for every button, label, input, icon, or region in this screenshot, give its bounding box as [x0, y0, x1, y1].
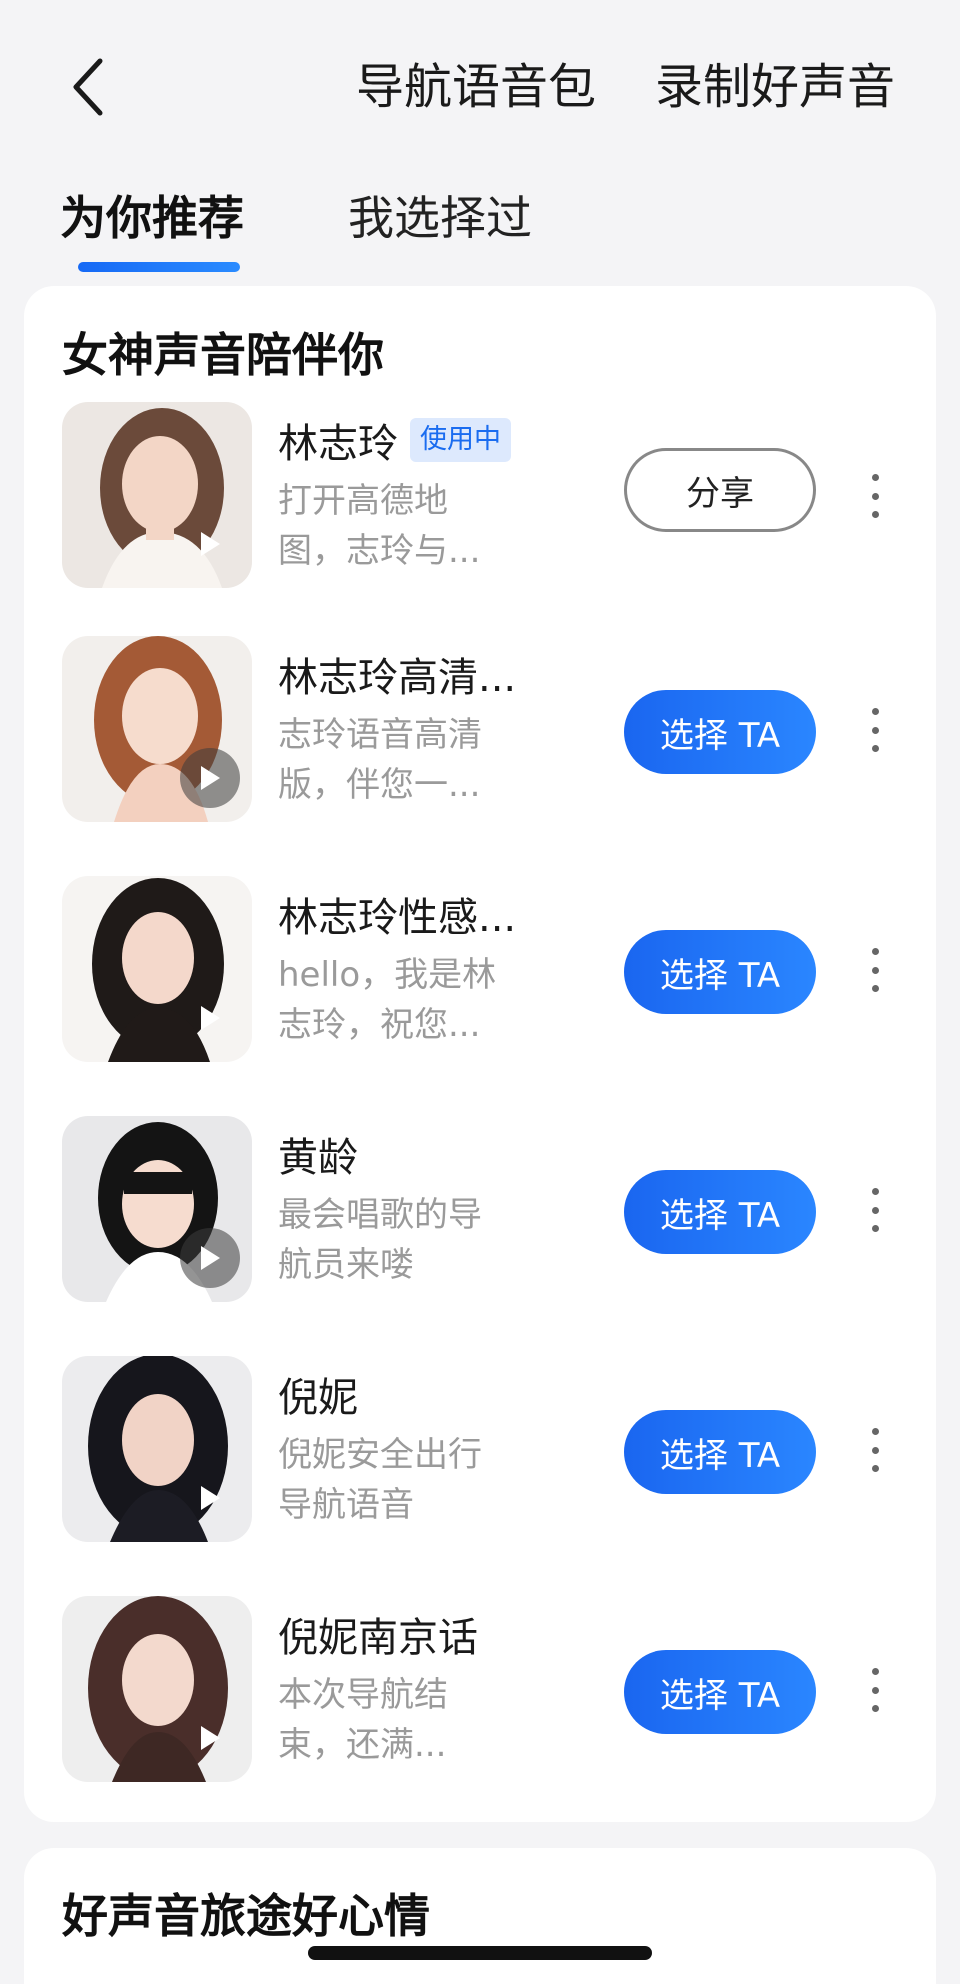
- list-item: 倪妮南京话 本次导航结 束，还满... 选择 TA: [0, 1596, 960, 1786]
- avatar[interactable]: [62, 636, 252, 822]
- in-use-badge: 使用中: [410, 418, 511, 462]
- share-button[interactable]: 分享: [624, 448, 816, 532]
- voice-pack-page: 导航语音包 录制好声音 为你推荐 我选择过 女神声音陪伴你 林志玲 使用中 打开…: [0, 0, 960, 1984]
- more-options-button[interactable]: [860, 1420, 890, 1480]
- more-options-button[interactable]: [860, 700, 890, 760]
- more-vertical-icon-dot: [871, 1686, 879, 1694]
- more-vertical-icon-dot: [871, 985, 879, 992]
- name-line: 林志玲高清...: [278, 644, 516, 704]
- play-button[interactable]: [180, 1468, 240, 1528]
- more-options-button[interactable]: [860, 940, 890, 1000]
- description-line: 最会唱歌的导: [278, 1195, 482, 1235]
- name-line: 林志玲 使用中: [278, 410, 511, 470]
- home-indicator[interactable]: [308, 1946, 652, 1960]
- play-icon: [201, 1726, 220, 1750]
- play-icon: [201, 1246, 220, 1270]
- select-voice-button[interactable]: 选择 TA: [624, 1170, 816, 1254]
- voice-description: 打开高德地 图，志玲与...: [278, 476, 508, 576]
- more-vertical-icon-dot: [871, 1206, 879, 1214]
- voice-name: 黄龄: [278, 1135, 358, 1181]
- voice-description: 志玲语音高清 版，伴您一...: [278, 710, 508, 810]
- name-line: 林志玲性感...: [278, 884, 516, 944]
- list-item: 黄龄 最会唱歌的导 航员来喽 选择 TA: [0, 1116, 960, 1306]
- more-vertical-icon: [871, 708, 879, 715]
- more-vertical-icon-dot: [871, 1446, 879, 1454]
- description-line: 图，志玲与...: [278, 531, 481, 571]
- more-vertical-icon: [871, 1188, 879, 1195]
- select-voice-button[interactable]: 选择 TA: [624, 1650, 816, 1734]
- select-voice-button[interactable]: 选择 TA: [624, 930, 816, 1014]
- chevron-left-icon: [73, 58, 103, 116]
- play-button[interactable]: [180, 748, 240, 808]
- description-line: 打开高德地: [278, 481, 448, 521]
- description-line: 导航语音: [278, 1485, 414, 1525]
- voice-name: 倪妮: [278, 1375, 358, 1421]
- description-line: 志玲，祝您...: [278, 1005, 481, 1045]
- more-options-button[interactable]: [860, 466, 890, 526]
- select-voice-button[interactable]: 选择 TA: [624, 1410, 816, 1494]
- more-vertical-icon: [871, 1428, 879, 1435]
- play-button[interactable]: [180, 988, 240, 1048]
- description-line: 航员来喽: [278, 1245, 414, 1285]
- name-line: 倪妮: [278, 1364, 358, 1424]
- more-options-button[interactable]: [860, 1180, 890, 1240]
- description-line: 版，伴您一...: [278, 765, 481, 805]
- more-vertical-icon-dot: [871, 492, 879, 500]
- more-vertical-icon-dot: [871, 966, 879, 974]
- select-voice-button[interactable]: 选择 TA: [624, 690, 816, 774]
- more-vertical-icon: [871, 474, 879, 481]
- list-item: 林志玲高清... 志玲语音高清 版，伴您一... 选择 TA: [0, 636, 960, 826]
- name-line: 倪妮南京话: [278, 1604, 478, 1664]
- more-options-button[interactable]: [860, 1660, 890, 1720]
- avatar[interactable]: [62, 402, 252, 588]
- more-vertical-icon-dot: [871, 1705, 879, 1712]
- voice-description: 最会唱歌的导 航员来喽: [278, 1190, 508, 1290]
- voice-pack-title[interactable]: 导航语音包: [356, 52, 596, 122]
- back-button[interactable]: [58, 52, 118, 122]
- voice-name: 倪妮南京话: [278, 1615, 478, 1661]
- avatar[interactable]: [62, 1356, 252, 1542]
- avatar[interactable]: [62, 1596, 252, 1782]
- play-icon: [201, 1006, 220, 1030]
- voice-name: 林志玲高清...: [278, 655, 517, 701]
- list-item: 倪妮 倪妮安全出行 导航语音 选择 TA: [0, 1356, 960, 1546]
- play-button[interactable]: [180, 1708, 240, 1768]
- play-button[interactable]: [180, 514, 240, 574]
- more-vertical-icon-dot: [871, 745, 879, 752]
- play-icon: [201, 532, 220, 556]
- voice-description: 倪妮安全出行 导航语音: [278, 1430, 508, 1530]
- voice-name: 林志玲性感...: [278, 895, 517, 941]
- description-line: 本次导航结: [278, 1675, 448, 1715]
- play-icon: [201, 1486, 220, 1510]
- play-icon: [201, 766, 220, 790]
- description-line: 束，还满...: [278, 1725, 447, 1765]
- play-button[interactable]: [180, 1228, 240, 1288]
- more-vertical-icon: [871, 1668, 879, 1675]
- more-vertical-icon: [871, 948, 879, 955]
- tab-recommended[interactable]: 为你推荐: [60, 184, 244, 252]
- record-voice-link[interactable]: 录制好声音: [655, 52, 895, 122]
- voice-name: 林志玲: [278, 421, 398, 467]
- more-vertical-icon-dot: [871, 1225, 879, 1232]
- more-vertical-icon-dot: [871, 1465, 879, 1472]
- section-title: 好声音旅途好心情: [62, 1889, 430, 1943]
- more-vertical-icon-dot: [871, 511, 879, 518]
- description-line: 倪妮安全出行: [278, 1435, 482, 1475]
- avatar[interactable]: [62, 1116, 252, 1302]
- list-item: 林志玲性感... hello，我是林 志玲，祝您... 选择 TA: [0, 876, 960, 1066]
- description-line: hello，我是林: [278, 955, 497, 995]
- tab-selected-before[interactable]: 我选择过: [348, 184, 532, 252]
- more-vertical-icon-dot: [871, 726, 879, 734]
- section-title: 女神声音陪伴你: [62, 328, 384, 382]
- avatar[interactable]: [62, 876, 252, 1062]
- voice-description: 本次导航结 束，还满...: [278, 1670, 508, 1770]
- list-item: 林志玲 使用中 打开高德地 图，志玲与... 分享: [0, 402, 960, 592]
- active-tab-indicator: [78, 262, 240, 272]
- description-line: 志玲语音高清: [278, 715, 482, 755]
- name-line: 黄龄: [278, 1124, 358, 1184]
- voice-description: hello，我是林 志玲，祝您...: [278, 950, 508, 1050]
